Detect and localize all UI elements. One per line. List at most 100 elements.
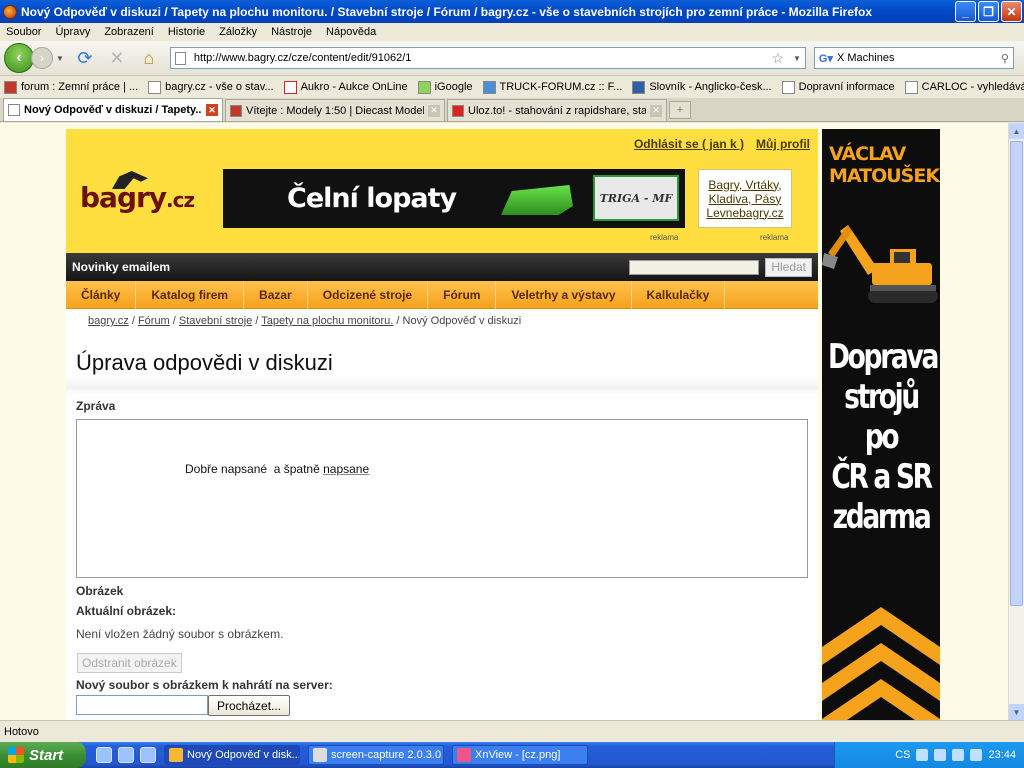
maximize-button[interactable]: ❐ <box>978 1 999 22</box>
quick-launch-icon[interactable] <box>96 747 112 763</box>
tray-icon[interactable] <box>916 749 929 761</box>
nav-katalog-firem[interactable]: Katalog firem <box>136 280 245 309</box>
bookmark-icon <box>4 80 17 94</box>
breadcrumb-item[interactable]: Fórum <box>138 315 170 327</box>
monitor-icon <box>313 748 327 762</box>
menu-nastroje[interactable]: Nástroje <box>271 26 312 38</box>
xnview-icon <box>457 748 471 762</box>
chevron-up-icon <box>822 607 940 720</box>
back-button[interactable]: ‹ <box>4 43 34 73</box>
clock: 23:44 <box>988 749 1016 761</box>
taskbar-item-firefox[interactable]: Nový Odpověď v disk... <box>164 745 300 765</box>
minimize-button[interactable]: _ <box>955 1 976 22</box>
breadcrumb-item[interactable]: Tapety na plochu monitoru. <box>261 315 393 327</box>
file-path-input[interactable] <box>76 695 208 715</box>
windows-taskbar: Start Nový Odpověď v disk... screen-capt… <box>0 742 1024 768</box>
tray-icon[interactable] <box>934 749 947 761</box>
bookmark-item[interactable]: Slovník - Anglicko-česk... <box>632 80 772 94</box>
breadcrumb-item[interactable]: Stavební stroje <box>179 315 252 327</box>
tray-icon[interactable] <box>952 749 965 761</box>
image-label: Obrázek <box>76 584 124 598</box>
language-indicator[interactable]: CS <box>895 749 910 761</box>
ad-label: reklama <box>650 233 679 242</box>
menu-zalozky[interactable]: Záložky <box>219 26 257 38</box>
bookmark-item[interactable]: bagry.cz - vše o stav... <box>148 80 274 94</box>
ad-label: reklama <box>760 233 789 242</box>
search-icon[interactable]: ⚲ <box>1001 52 1009 65</box>
new-tab-button[interactable]: + <box>669 101 691 119</box>
reload-icon[interactable]: ⟳ <box>74 47 96 69</box>
nav-bazar[interactable]: Bazar <box>244 280 308 309</box>
taskbar-item-screen-capture[interactable]: screen-capture 2.0.3.0 <box>308 745 444 765</box>
tab-bar: Nový Odpověď v diskuzi / Tapety... ✕ Vít… <box>0 98 1024 122</box>
quick-launch-icon[interactable] <box>140 747 156 763</box>
window-title-bar[interactable]: Nový Odpověď v diskuzi / Tapety na ploch… <box>0 0 1024 23</box>
bookmark-item[interactable]: CARLOC - vyhledáván... <box>904 80 1024 94</box>
tab-ulozto[interactable]: Uloz.to! - stahování z rapidshare, stah.… <box>447 99 667 121</box>
bookmark-item[interactable]: iGoogle <box>417 80 473 94</box>
url-dropdown-icon[interactable]: ▼ <box>793 54 801 63</box>
menu-napoveda[interactable]: Nápověda <box>326 26 376 38</box>
scroll-thumb[interactable] <box>1010 141 1023 606</box>
url-input[interactable] <box>193 52 772 64</box>
banner-text: Čelní lopaty <box>287 183 457 214</box>
history-dropdown-icon[interactable]: ▼ <box>56 54 64 63</box>
bookmark-item[interactable]: Aukro - Aukce OnLine <box>283 80 408 94</box>
menu-zobrazeni[interactable]: Zobrazení <box>104 26 154 38</box>
remove-image-button[interactable]: Odstranit obrázek <box>77 653 182 673</box>
newsletter-input[interactable] <box>629 259 760 275</box>
tab-diecast[interactable]: Vítejte : Modely 1:50 | Diecast Models -… <box>225 99 445 121</box>
tab-current[interactable]: Nový Odpověď v diskuzi / Tapety... ✕ <box>3 98 223 121</box>
menu-upravy[interactable]: Úpravy <box>55 26 90 38</box>
quick-launch-icon[interactable] <box>118 747 134 763</box>
browse-button[interactable]: Procházet... <box>208 695 291 716</box>
nav-clanky[interactable]: Články <box>66 280 137 309</box>
page-icon <box>452 104 464 117</box>
home-icon[interactable]: ⌂ <box>138 47 160 69</box>
vertical-scrollbar[interactable]: ▲ ▼ <box>1008 123 1024 720</box>
site-logo[interactable]: bagry.cz <box>80 181 195 214</box>
profile-link[interactable]: Můj profil <box>756 137 810 151</box>
right-banner-ad[interactable]: VÁCLAV MATOUŠEK Doprava strojů po ČR a SR… <box>822 129 940 720</box>
search-button[interactable]: Hledat <box>765 257 812 277</box>
bookmark-icon <box>632 80 646 94</box>
stop-icon[interactable]: ✕ <box>106 47 128 69</box>
scroll-up-icon[interactable]: ▲ <box>1009 123 1024 139</box>
igoogle-icon <box>417 80 431 94</box>
logout-link[interactable]: Odhlásit se ( jan k ) <box>634 137 744 151</box>
volume-icon[interactable] <box>970 749 983 761</box>
taskbar-item-xnview[interactable]: XnView - [cz.png] <box>452 745 588 765</box>
menu-soubor[interactable]: Soubor <box>6 26 41 38</box>
nav-kalkulacky[interactable]: Kalkulačky <box>632 280 726 309</box>
scroll-down-icon[interactable]: ▼ <box>1009 704 1024 720</box>
status-bar: Hotovo <box>0 720 1024 742</box>
tab-close-icon[interactable]: ✕ <box>428 104 440 117</box>
firefox-icon <box>169 748 183 762</box>
address-bar[interactable]: ☆ ▼ <box>169 47 806 69</box>
bookmark-item[interactable]: forum : Zemní práce | ... <box>4 80 138 94</box>
bookmark-item[interactable]: TRUCK-FORUM.cz :: F... <box>482 80 622 94</box>
nav-veletrhy[interactable]: Veletrhy a výstavy <box>496 280 632 309</box>
start-button[interactable]: Start <box>0 742 86 768</box>
menu-historie[interactable]: Historie <box>168 26 205 38</box>
search-bar[interactable]: G▾ ⚲ <box>813 47 1014 69</box>
forward-button[interactable]: › <box>31 47 53 69</box>
bookmark-item[interactable]: Dopravní informace <box>781 80 895 94</box>
banner-ad[interactable]: Čelní lopaty TRIGA - MF <box>223 169 685 228</box>
bookmarks-toolbar: forum : Zemní práce | ... bagry.cz - vše… <box>0 77 1024 97</box>
search-input[interactable] <box>837 52 1001 64</box>
close-button[interactable]: ✕ <box>1001 1 1022 22</box>
nav-odcizene-stroje[interactable]: Odcizené stroje <box>308 280 429 309</box>
google-icon[interactable]: G▾ <box>819 52 833 65</box>
bookmark-star-icon[interactable]: ☆ <box>771 50 784 67</box>
ad-company-name: VÁCLAV MATOUŠEK <box>829 143 940 187</box>
tab-close-icon[interactable]: ✕ <box>650 104 662 117</box>
nav-forum[interactable]: Fórum <box>428 280 497 309</box>
site-container: Odhlásit se ( jan k ) Můj profil bagry.c… <box>66 129 818 720</box>
text-ad[interactable]: Bagry, Vrtáky, Kladiva, Pásy Levnebagry.cz <box>698 169 792 228</box>
tab-close-icon[interactable]: ✕ <box>206 104 218 116</box>
bookmark-icon <box>781 80 795 94</box>
message-textarea[interactable]: Dobře napsané a špatně napsane <box>76 419 808 578</box>
breadcrumb-current: Nový Odpověď v diskuzi <box>402 315 522 327</box>
breadcrumb-item[interactable]: bagry.cz <box>88 315 129 327</box>
